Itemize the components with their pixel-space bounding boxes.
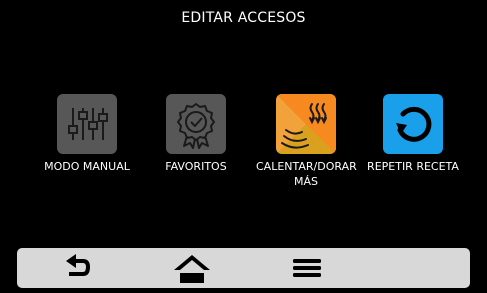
- repeat-icon: [383, 94, 443, 154]
- back-arrow-icon: [66, 254, 91, 276]
- home-button[interactable]: [172, 252, 212, 284]
- tile-label: MODO MANUAL: [44, 160, 130, 173]
- tile-calentar-dorar[interactable]: CALENTAR/DORAR MÁS: [256, 94, 357, 189]
- award-badge-icon: [166, 94, 226, 154]
- sliders-icon: [57, 94, 117, 154]
- tile-favoritos[interactable]: FAVORITOS: [146, 94, 246, 174]
- menu-icon: [293, 259, 321, 277]
- back-button[interactable]: [57, 252, 97, 284]
- heat-waves-icon: [276, 94, 336, 154]
- tile-label: FAVORITOS: [165, 160, 227, 173]
- tile-repetir-receta[interactable]: REPETIR RECETA: [363, 94, 463, 174]
- page-title: EDITAR ACCESOS: [181, 10, 306, 26]
- home-icon: [174, 255, 210, 283]
- bottom-navbar: [17, 248, 470, 288]
- tile-label: REPETIR RECETA: [367, 160, 459, 173]
- tile-label: CALENTAR/DORAR MÁS: [256, 160, 357, 188]
- tile-modo-manual[interactable]: MODO MANUAL: [37, 94, 137, 174]
- screen: EDITAR ACCESOS MODO MANUAL FAVORITOS CAL…: [0, 0, 487, 293]
- menu-button[interactable]: [287, 252, 327, 284]
